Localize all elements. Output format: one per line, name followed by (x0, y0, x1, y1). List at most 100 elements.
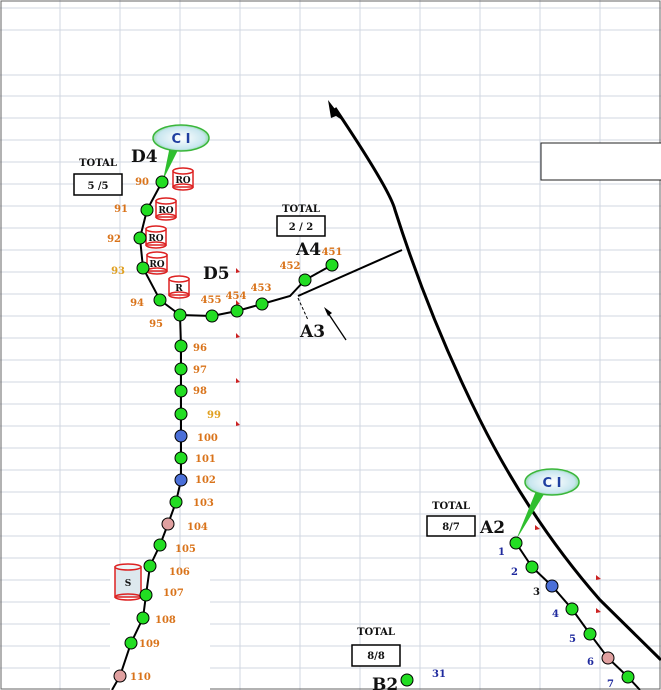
section-label-d5: D5 (203, 264, 230, 284)
network-node (136, 261, 150, 275)
node-label: 1 (498, 547, 505, 558)
network-node (174, 429, 188, 443)
section-label-d4: D4 (131, 147, 158, 167)
equipment-label: R (175, 284, 183, 294)
total-value: 8/7 (442, 522, 460, 533)
total-box-a2: TOTAL 8/7 (426, 501, 476, 537)
network-node (621, 670, 635, 684)
network-node (153, 538, 167, 552)
network-node (139, 588, 153, 602)
network-node (143, 559, 157, 573)
node-label: 94 (130, 298, 144, 309)
node-label: 90 (135, 177, 149, 188)
node-label: 2 (511, 567, 518, 578)
network-node (255, 297, 269, 311)
node-label: 107 (163, 588, 184, 599)
node-label: 453 (251, 283, 272, 294)
network-node (174, 384, 188, 398)
node-label: 104 (187, 522, 208, 533)
section-label-a2: A2 (479, 518, 505, 538)
network-node (400, 673, 414, 687)
network-node (161, 517, 175, 531)
equipment-cylinder-3: RO (145, 225, 167, 249)
node-label: 110 (130, 672, 151, 683)
total-value: 5 /5 (87, 181, 108, 192)
ci-label: C I (543, 476, 562, 491)
equipment-cylinder-5: R (168, 275, 190, 299)
node-label: 451 (322, 247, 343, 258)
main-road-curve (333, 107, 661, 662)
ci-callout-a2: C I (516, 468, 580, 540)
network-node (124, 636, 138, 650)
network-node (583, 627, 597, 641)
empty-box (540, 142, 661, 181)
network-node (173, 308, 187, 322)
network-node (230, 304, 244, 318)
network-node (174, 407, 188, 421)
node-label: 4 (552, 609, 559, 620)
network-node (325, 258, 339, 272)
equipment-label: RO (158, 206, 173, 216)
network-node (525, 560, 539, 574)
node-label: 92 (107, 234, 121, 245)
total-value: 8/8 (367, 651, 385, 662)
network-node (140, 203, 154, 217)
node-label: 5 (569, 634, 576, 645)
section-label-a4: A4 (295, 240, 321, 260)
network-node (298, 273, 312, 287)
node-label: 105 (175, 544, 196, 555)
diagram-canvas: C I C I RO RO RO RO R S TOTAL 5 /5 TOTAL 2 / … (0, 0, 661, 690)
node-label: 7 (607, 679, 614, 690)
red-ticks (236, 268, 601, 613)
total-box-a4: TOTAL 2 / 2 (276, 204, 326, 237)
section-label-a3: A3 (299, 322, 325, 342)
network-node (113, 669, 127, 683)
network-node (174, 362, 188, 376)
total-caption: TOTAL (357, 627, 395, 638)
node-label: 99 (207, 410, 221, 421)
node-label: 95 (149, 319, 163, 330)
total-caption: TOTAL (432, 501, 470, 512)
network-node (153, 293, 167, 307)
network-node (601, 651, 615, 665)
node-label: 96 (193, 343, 207, 354)
equipment-cylinder-2: RO (155, 197, 177, 221)
node-label: 454 (226, 291, 247, 302)
equipment-cylinder-1: RO (172, 167, 194, 191)
network-node (565, 602, 579, 616)
node-label: 452 (280, 261, 301, 272)
equipment-cylinder-6: S (114, 563, 142, 601)
node-label: 102 (195, 475, 216, 486)
network-node (205, 309, 219, 323)
total-box-b2: TOTAL 8/8 (351, 627, 401, 667)
node-label: 93 (111, 266, 125, 277)
node-label: 455 (201, 295, 222, 306)
equipment-cylinder-4: RO (146, 251, 168, 275)
node-label: 101 (195, 454, 216, 465)
total-value: 2 / 2 (289, 222, 314, 233)
network-node (174, 473, 188, 487)
node-label: 98 (193, 386, 207, 397)
ci-label: C I (172, 132, 191, 147)
network-node (155, 175, 169, 189)
network-node (174, 339, 188, 353)
network-node (174, 451, 188, 465)
node-label: 91 (114, 204, 128, 215)
a3-arrow-head (324, 307, 332, 316)
node-label: 97 (193, 365, 207, 376)
total-caption: TOTAL (282, 204, 320, 215)
total-caption: TOTAL (79, 158, 117, 169)
section-label-b2: B2 (372, 675, 398, 690)
network-node (545, 579, 559, 593)
node-label: 6 (587, 657, 594, 668)
node-label: 109 (139, 639, 160, 650)
node-label: 3 (533, 587, 540, 598)
network-node (133, 231, 147, 245)
network-node (169, 495, 183, 509)
network-node (509, 536, 523, 550)
total-box-d4: TOTAL 5 /5 (73, 158, 123, 196)
equipment-label: RO (175, 176, 190, 186)
node-label: 100 (197, 433, 218, 444)
node-label: 103 (193, 498, 214, 509)
node-label: 31 (432, 669, 446, 680)
